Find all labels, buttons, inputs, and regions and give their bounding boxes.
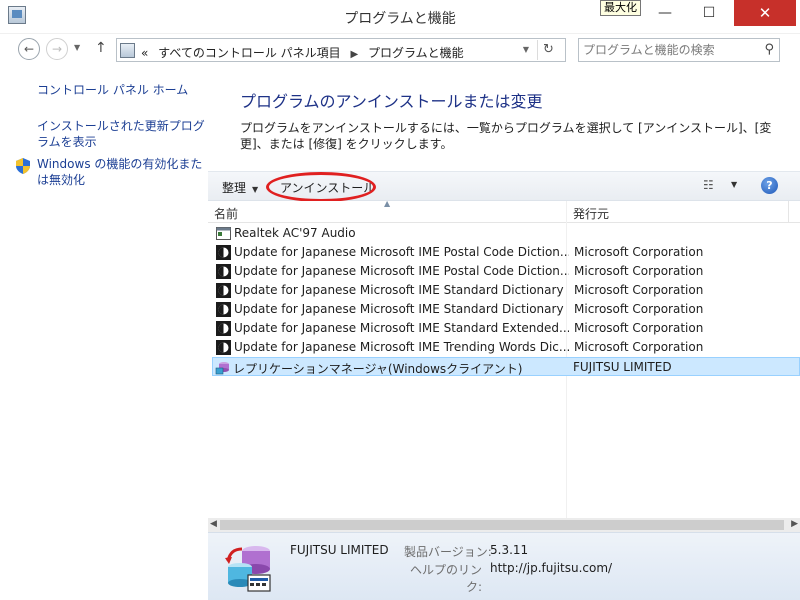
- page-title: プログラムのアンインストールまたは変更: [240, 92, 543, 111]
- program-publisher: Microsoft Corporation: [574, 302, 704, 316]
- list-item[interactable]: Update for Japanese Microsoft IME Standa…: [214, 300, 800, 319]
- sidebar: コントロール パネル ホーム インストールされた更新プログラムを表示 Windo…: [0, 66, 208, 600]
- help-button[interactable]: ?: [761, 177, 778, 194]
- replication-icon: [215, 362, 229, 375]
- program-publisher: Microsoft Corporation: [574, 283, 704, 297]
- chevron-down-icon: ▼: [252, 185, 259, 194]
- breadcrumb-separator-icon[interactable]: ▶: [351, 49, 359, 60]
- program-name: Realtek AC'97 Audio: [234, 226, 356, 240]
- details-version-label: 製品バージョン:: [404, 545, 492, 559]
- list-header: 名前 ▲ 発行元: [208, 199, 800, 223]
- refresh-button[interactable]: ↻: [537, 40, 559, 60]
- command-bar: 整理 ▼ アンインストール ☷ ▼ ?: [208, 171, 800, 202]
- horizontal-scrollbar[interactable]: ◀ ▶: [208, 518, 800, 532]
- ime-update-icon: [216, 264, 231, 279]
- program-name: Update for Japanese Microsoft IME Standa…: [234, 302, 564, 316]
- program-name: Update for Japanese Microsoft IME Standa…: [234, 321, 569, 335]
- column-header-name[interactable]: 名前: [214, 205, 238, 222]
- ime-update-icon: [216, 321, 231, 336]
- program-publisher: Microsoft Corporation: [574, 340, 704, 354]
- breadcrumb: « すべてのコントロール パネル項目 ▶ プログラムと機能: [141, 44, 464, 61]
- program-name: Update for Japanese Microsoft IME Postal…: [234, 245, 569, 259]
- close-button[interactable]: ✕: [734, 0, 796, 26]
- address-dropdown-icon[interactable]: ▼: [523, 45, 529, 54]
- list-item[interactable]: Update for Japanese Microsoft IME Trendi…: [214, 338, 800, 357]
- breadcrumb-programs[interactable]: プログラムと機能: [368, 46, 464, 60]
- installed-updates-link[interactable]: インストールされた更新プログラムを表示: [37, 118, 205, 150]
- minimize-button[interactable]: —: [646, 0, 684, 26]
- organize-label: 整理: [222, 181, 247, 195]
- sort-ascending-icon: ▲: [384, 199, 391, 208]
- title-bar: プログラムと機能 — ☐ ✕ 最大化: [0, 0, 800, 34]
- ime-update-icon: [216, 283, 231, 298]
- recent-locations-dropdown-icon[interactable]: ▼: [74, 43, 80, 52]
- organize-menu-button[interactable]: 整理 ▼: [222, 179, 258, 196]
- column-header-publisher[interactable]: 発行元: [573, 205, 609, 222]
- replication-manager-icon: [225, 546, 271, 592]
- column-divider[interactable]: [788, 201, 789, 223]
- details-version: 5.3.11: [490, 543, 529, 557]
- details-company: FUJITSU LIMITED: [290, 543, 389, 557]
- program-name: Update for Japanese Microsoft IME Postal…: [234, 264, 569, 278]
- breadcrumb-overflow-button[interactable]: «: [141, 46, 148, 60]
- control-panel-home-link[interactable]: コントロール パネル ホーム: [37, 82, 205, 98]
- back-button[interactable]: ←: [18, 38, 40, 60]
- search-input[interactable]: [583, 42, 753, 58]
- scrollbar-thumb[interactable]: [220, 520, 784, 530]
- program-name: レプリケーションマネージャ(Windowsクライアント): [233, 362, 523, 376]
- program-name: Update for Japanese Microsoft IME Standa…: [234, 283, 564, 297]
- windows-features-link[interactable]: Windows の機能の有効化または無効化: [37, 156, 205, 188]
- details-help-link[interactable]: http://jp.fujitsu.com/: [490, 561, 612, 575]
- up-button[interactable]: ↑: [95, 40, 107, 56]
- control-panel-icon: [120, 43, 135, 58]
- ime-update-icon: [216, 302, 231, 317]
- forward-button[interactable]: →: [46, 38, 68, 60]
- main-content: プログラムのアンインストールまたは変更 プログラムをアンインストールするには、一…: [208, 66, 800, 600]
- details-pane: FUJITSU LIMITED 製品バージョン: 5.3.11 ヘルプのリンク:…: [208, 532, 800, 600]
- page-description: プログラムをアンインストールするには、一覧からプログラムを選択して [アンインス…: [240, 121, 772, 151]
- shield-icon: [16, 158, 30, 174]
- maximize-button[interactable]: ☐: [690, 0, 728, 26]
- list-item[interactable]: Update for Japanese Microsoft IME Postal…: [214, 243, 800, 262]
- window-app-icon: [216, 227, 231, 240]
- search-box[interactable]: ⚲: [578, 38, 780, 62]
- program-publisher: Microsoft Corporation: [574, 245, 704, 259]
- list-item[interactable]: Update for Japanese Microsoft IME Postal…: [214, 262, 800, 281]
- program-publisher: Microsoft Corporation: [574, 321, 704, 335]
- details-help-label: ヘルプのリンク:: [409, 563, 482, 594]
- scroll-right-icon[interactable]: ▶: [791, 519, 798, 529]
- navigation-bar: ← → ▼ ↑ « すべてのコントロール パネル項目 ▶ プログラムと機能 ▼ …: [0, 34, 800, 66]
- program-name: Update for Japanese Microsoft IME Trendi…: [234, 340, 569, 354]
- list-item[interactable]: Update for Japanese Microsoft IME Standa…: [214, 281, 800, 300]
- program-publisher: FUJITSU LIMITED: [573, 360, 672, 374]
- maximize-tooltip: 最大化: [600, 0, 641, 16]
- view-dropdown-icon[interactable]: ▼: [731, 180, 737, 189]
- scroll-left-icon[interactable]: ◀: [210, 519, 217, 529]
- list-item-selected[interactable]: レプリケーションマネージャ(Windowsクライアント) FUJITSU LIM…: [212, 357, 800, 376]
- program-publisher: Microsoft Corporation: [574, 264, 704, 278]
- list-item[interactable]: Realtek AC'97 Audio: [214, 224, 800, 243]
- list-item[interactable]: Update for Japanese Microsoft IME Standa…: [214, 319, 800, 338]
- ime-update-icon: [216, 245, 231, 260]
- breadcrumb-all-items[interactable]: すべてのコントロール パネル項目: [158, 46, 341, 60]
- address-bar[interactable]: « すべてのコントロール パネル項目 ▶ プログラムと機能 ▼ ↻: [116, 38, 566, 62]
- search-icon[interactable]: ⚲: [764, 42, 774, 57]
- ime-update-icon: [216, 340, 231, 355]
- view-options-icon[interactable]: ☷: [703, 178, 721, 194]
- highlight-annotation: [266, 172, 376, 202]
